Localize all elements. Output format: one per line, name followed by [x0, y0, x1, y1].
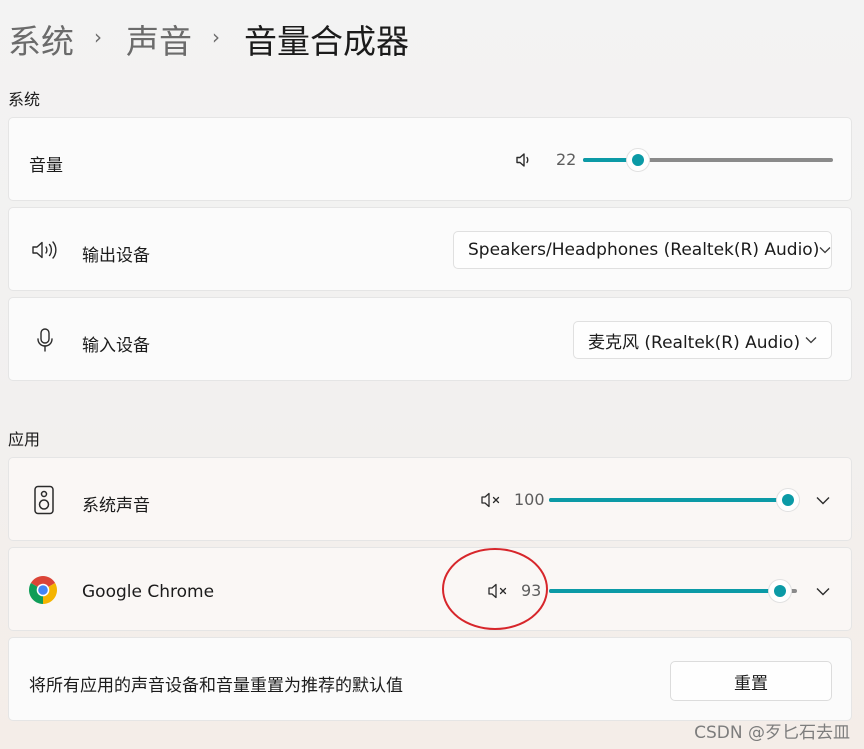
- chevron-down-icon: [819, 246, 831, 254]
- chevron-down-icon: [805, 336, 817, 344]
- chrome-logo-icon: [29, 576, 57, 604]
- app-slider-fill: [549, 498, 788, 502]
- expand-chevron-icon[interactable]: [813, 490, 833, 510]
- page-title: 音量合成器: [244, 22, 409, 61]
- input-device-select[interactable]: 麦克风 (Realtek(R) Audio): [573, 321, 832, 359]
- expand-chevron-icon[interactable]: [813, 581, 833, 601]
- microphone-icon: [33, 326, 57, 354]
- app-name: 系统声音: [82, 496, 150, 516]
- input-device-value: 麦克风 (Realtek(R) Audio): [588, 332, 801, 353]
- reset-card: 将所有应用的声音设备和音量重置为推荐的默认值 重置: [8, 637, 852, 721]
- breadcrumb-sound[interactable]: 声音: [126, 15, 192, 63]
- annotation-circle: [442, 548, 548, 630]
- app-volume-slider[interactable]: [549, 579, 797, 603]
- reset-button[interactable]: 重置: [670, 661, 832, 701]
- speaker-device-icon: [31, 484, 57, 516]
- speaker-icon[interactable]: [513, 149, 535, 171]
- output-device-card: 输出设备 Speakers/Headphones (Realtek(R) Aud…: [8, 207, 852, 291]
- reset-description: 将所有应用的声音设备和音量重置为推荐的默认值: [29, 676, 403, 696]
- output-device-label: 输出设备: [82, 246, 150, 266]
- input-device-label: 输入设备: [82, 336, 150, 356]
- breadcrumb-separator: ›: [212, 25, 220, 49]
- section-title-apps: 应用: [8, 430, 41, 449]
- output-device-value: Speakers/Headphones (Realtek(R) Audio): [468, 240, 820, 260]
- section-title-system: 系统: [8, 90, 41, 109]
- breadcrumb: 系统 › 声音 › 音量合成器: [8, 14, 409, 64]
- app-slider-fill: [549, 589, 780, 593]
- app-slider-thumb[interactable]: [776, 488, 800, 512]
- breadcrumb-separator: ›: [94, 25, 102, 49]
- app-slider-thumb[interactable]: [767, 579, 792, 603]
- breadcrumb-system[interactable]: 系统: [8, 15, 74, 63]
- volume-slider-thumb[interactable]: [626, 148, 650, 172]
- watermark: CSDN @歹匕石去皿: [694, 723, 850, 743]
- app-card-chrome[interactable]: Google Chrome 93: [8, 547, 852, 631]
- app-volume-value: 100: [514, 490, 545, 509]
- app-card-system-sounds[interactable]: 系统声音 100: [8, 457, 852, 541]
- mute-icon[interactable]: [479, 490, 503, 510]
- volume-card: 音量 22: [8, 117, 852, 201]
- volume-slider[interactable]: [583, 148, 833, 172]
- output-device-select[interactable]: Speakers/Headphones (Realtek(R) Audio): [453, 231, 832, 269]
- volume-value: 22: [556, 150, 577, 169]
- app-volume-slider[interactable]: [549, 488, 800, 512]
- volume-label: 音量: [29, 156, 63, 176]
- app-name: Google Chrome: [82, 582, 215, 602]
- input-device-card: 输入设备 麦克风 (Realtek(R) Audio): [8, 297, 852, 381]
- speaker-wave-icon: [31, 238, 59, 262]
